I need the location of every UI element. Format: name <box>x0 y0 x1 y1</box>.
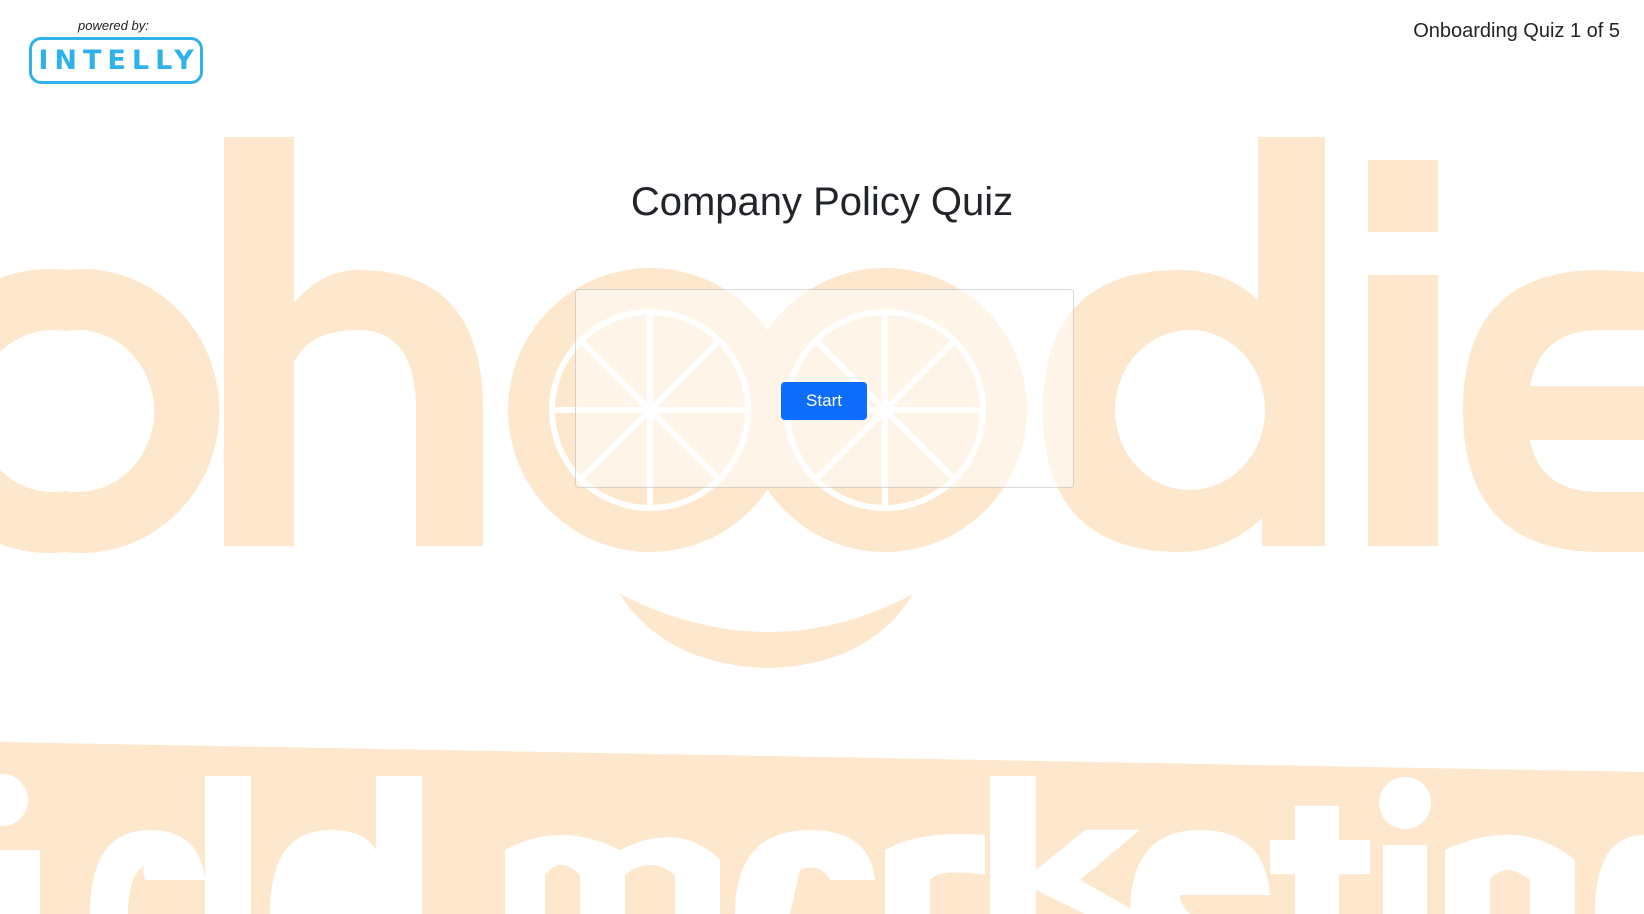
watermark-smile <box>620 594 913 668</box>
header: powered by: INTELLY Onboarding Quiz 1 of… <box>0 0 1644 100</box>
page-title: Company Policy Quiz <box>630 180 1014 224</box>
quiz-progress-label: Onboarding Quiz 1 of 5 <box>1413 20 1620 42</box>
quiz-card: Start <box>575 289 1074 488</box>
page: powered by: INTELLY Onboarding Quiz 1 of… <box>0 0 1644 914</box>
watermark-letter-o <box>0 269 220 553</box>
watermark-letter-e <box>1463 270 1644 552</box>
watermark-letter-i <box>1368 275 1438 546</box>
start-button[interactable]: Start <box>781 382 867 420</box>
powered-by-label: powered by: <box>78 18 149 33</box>
intelly-logo: INTELLY <box>29 37 203 84</box>
